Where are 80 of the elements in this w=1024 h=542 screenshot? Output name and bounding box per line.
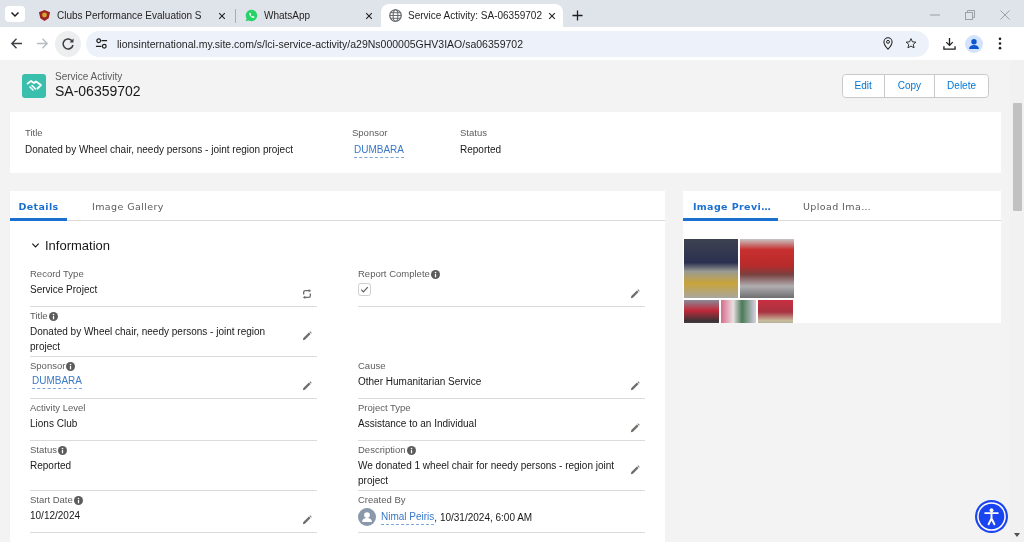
field-label: Title (30, 310, 48, 322)
highlight-label: Sponsor (352, 127, 388, 139)
scroll-down-icon[interactable] (1014, 533, 1020, 537)
record-name: SA-06359702 (55, 83, 141, 100)
field-value: We donated 1 wheel chair for needy persons - region joint project (358, 459, 616, 488)
field-label: Project Type (358, 402, 411, 414)
pencil-icon[interactable] (302, 515, 312, 525)
browser-tab[interactable]: Clubs Performance Evaluation S (30, 4, 234, 27)
pencil-icon[interactable] (630, 381, 640, 391)
sliders-icon[interactable] (95, 37, 108, 50)
photo-placeholder[interactable] (684, 300, 719, 323)
highlight-label: Title (25, 127, 43, 139)
close-icon[interactable] (218, 11, 226, 20)
pencil-icon[interactable] (302, 331, 312, 341)
photo-placeholder[interactable] (740, 239, 794, 298)
star-icon[interactable] (905, 37, 917, 50)
field-link[interactable]: DUMBARA (32, 374, 82, 389)
checkbox[interactable] (358, 283, 371, 296)
handshake-icon (22, 73, 46, 98)
panel-tab[interactable]: Image Previ… (683, 191, 778, 221)
scrollbar-thumb[interactable] (1013, 103, 1022, 211)
accessibility-icon[interactable] (975, 500, 1008, 533)
pencil-icon[interactable] (630, 423, 640, 433)
panel-tab[interactable]: Upload Ima… (794, 191, 878, 221)
field-label: Status (30, 444, 57, 456)
highlight-value: Reported (460, 143, 502, 157)
field-label: Sponsor (30, 360, 66, 372)
more-options-icon[interactable] (998, 37, 1002, 50)
photo-placeholder[interactable] (684, 239, 738, 298)
download-icon[interactable] (943, 37, 956, 50)
pencil-icon[interactable] (302, 381, 312, 391)
photo-placeholder[interactable] (721, 300, 756, 323)
field-value: Assistance to an Individual (358, 417, 478, 431)
field-value: 10/12/2024 (30, 509, 82, 523)
chat-bubble-icon (245, 9, 258, 22)
field-label: Activity Level (30, 402, 86, 414)
field-label: Record Type (30, 268, 84, 280)
swap-arrows-icon[interactable] (302, 289, 312, 299)
field-value: Lions Club (30, 417, 79, 431)
field-label: Report Complete (358, 268, 430, 280)
info-icon[interactable] (48, 311, 58, 321)
field-label: Start Date (30, 494, 73, 506)
back-icon[interactable] (10, 37, 23, 50)
record-tab[interactable]: Image Gallery (84, 191, 172, 221)
browser-tab[interactable]: WhatsApp (237, 4, 381, 27)
plus-icon[interactable] (572, 10, 583, 21)
highlight-value: Donated by Wheel chair, needy persons - joint region project (25, 143, 293, 157)
field-value: Service Project (30, 283, 99, 297)
field-value: Other Humanitarian Service (358, 375, 483, 389)
browser-tab[interactable]: Service Activity: SA-06359702 (381, 4, 563, 27)
highlight-link[interactable]: DUMBARA (354, 143, 404, 158)
pencil-icon[interactable] (630, 465, 640, 475)
field-label: Created By (358, 494, 406, 506)
info-icon[interactable] (66, 361, 76, 371)
user-avatar-icon (358, 508, 376, 526)
emblem-icon (38, 9, 51, 22)
field-label: Cause (358, 360, 386, 372)
info-icon[interactable] (57, 445, 67, 455)
photo-placeholder[interactable] (758, 300, 793, 323)
field-value: Donated by Wheel chair, needy persons - joint region project (30, 325, 267, 354)
created-date: , 10/31/2024, 6:00 AM (434, 510, 533, 525)
field-value: Reported (30, 459, 73, 473)
location-pin-icon[interactable] (883, 37, 893, 50)
record-tab[interactable]: Details (10, 191, 67, 221)
tab-search-icon[interactable] (5, 5, 25, 22)
profile-avatar-icon[interactable] (965, 34, 983, 53)
info-icon[interactable] (73, 495, 83, 505)
field-label: Description (358, 444, 406, 456)
globe-icon (389, 9, 402, 22)
action-button[interactable]: Delete (934, 74, 988, 97)
object-type-label: Service Activity (55, 71, 124, 83)
highlight-label: Status (460, 127, 487, 139)
reload-icon[interactable] (55, 30, 81, 57)
close-icon[interactable] (365, 11, 373, 20)
pencil-icon[interactable] (630, 289, 640, 299)
address-bar[interactable]: lionsinternational.my.site.com/s/lci-service-activity/a29Ns000005GHV3IAO/sa06359702 (86, 30, 929, 57)
close-icon[interactable] (547, 11, 556, 20)
section-header[interactable]: Information (30, 235, 111, 255)
info-icon[interactable] (430, 269, 440, 279)
info-icon[interactable] (406, 445, 416, 455)
